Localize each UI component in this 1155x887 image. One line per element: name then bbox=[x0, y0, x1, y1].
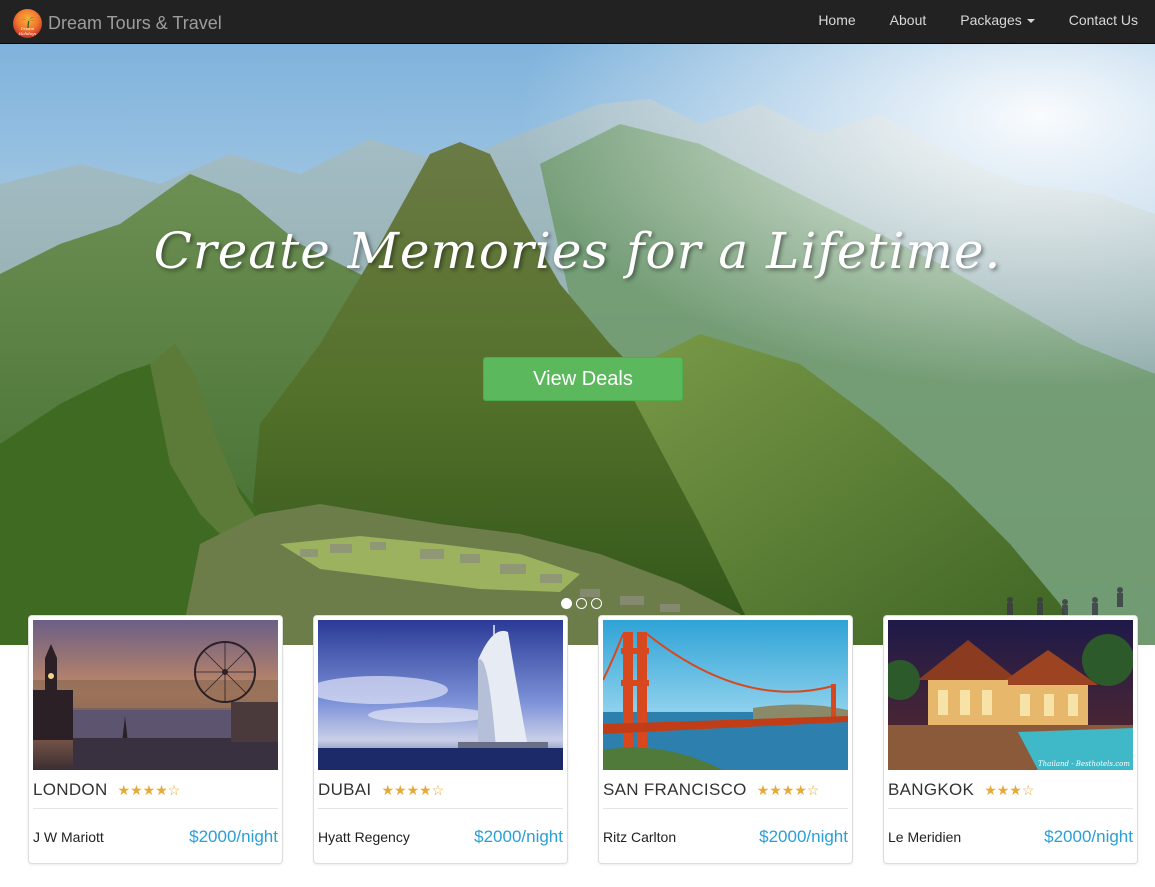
card-divider bbox=[33, 808, 278, 809]
top-navbar: Dream Holidays Dream Tours & Travel Home… bbox=[0, 0, 1155, 44]
view-deals-button[interactable]: View Deals bbox=[483, 357, 683, 401]
caret-down-icon bbox=[1026, 19, 1035, 24]
brand[interactable]: Dream Holidays Dream Tours & Travel bbox=[13, 8, 222, 38]
golden-gate-image[interactable] bbox=[603, 620, 848, 770]
brand-name[interactable]: Dream Tours & Travel bbox=[48, 13, 222, 34]
star-rating-icon: ★★★★☆ bbox=[381, 782, 445, 798]
carousel-dot-1[interactable] bbox=[561, 598, 572, 609]
city-name: SAN FRANCISCO bbox=[603, 780, 747, 799]
card-divider bbox=[888, 808, 1133, 809]
carousel-indicators bbox=[561, 598, 602, 609]
machu-picchu-hero-image bbox=[0, 44, 1155, 645]
nav-packages-label: Packages bbox=[960, 12, 1022, 28]
star-rating-icon: ★★★★☆ bbox=[117, 782, 181, 798]
hotel-name: J W Mariott bbox=[33, 829, 104, 845]
carousel-dot-3[interactable] bbox=[591, 598, 602, 609]
hero-carousel: Create Memories for a Lifetime. View Dea… bbox=[0, 44, 1155, 645]
nav-home[interactable]: Home bbox=[801, 0, 872, 44]
city-name: BANGKOK bbox=[888, 780, 975, 799]
brand-logo: Dream Holidays bbox=[13, 8, 42, 38]
price-per-night: $2000/night bbox=[189, 827, 278, 846]
hotel-name: Ritz Carlton bbox=[603, 829, 677, 845]
destination-card-san-francisco[interactable]: SAN FRANCISCO ★★★★☆ Ritz Carlton $2000/ni… bbox=[598, 615, 853, 864]
star-rating-icon: ★★★★☆ bbox=[756, 782, 820, 798]
destination-card-london[interactable]: LONDON ★★★★☆ J W Mariott $2000/night bbox=[28, 615, 283, 864]
city-name: LONDON bbox=[33, 780, 108, 799]
burj-al-arab-image[interactable] bbox=[318, 620, 563, 770]
main-nav: Home About Packages Contact Us bbox=[801, 0, 1155, 44]
destination-card-dubai[interactable]: DUBAI ★★★★☆ Hyatt Regency $2000/night bbox=[313, 615, 568, 864]
nav-contact[interactable]: Contact Us bbox=[1052, 0, 1155, 44]
price-per-night: $2000/night bbox=[1044, 827, 1133, 846]
star-rating-icon: ★★★☆ bbox=[984, 782, 1035, 798]
destination-card-bangkok[interactable]: Thailand - Besthotels.com BANGKOK ★★★☆ Le… bbox=[883, 615, 1138, 864]
hero-headline: Create Memories for a Lifetime. bbox=[153, 222, 1002, 280]
card-city: BANGKOK ★★★☆ bbox=[888, 780, 1034, 800]
city-name: DUBAI bbox=[318, 780, 372, 799]
hotel-name: Hyatt Regency bbox=[318, 829, 410, 845]
brand-logo-text: Dream Holidays bbox=[18, 25, 37, 36]
nav-about[interactable]: About bbox=[873, 0, 944, 44]
nav-packages-dropdown[interactable]: Packages bbox=[943, 0, 1051, 44]
hotel-name: Le Meridien bbox=[888, 829, 962, 845]
london-eye-image[interactable] bbox=[33, 620, 278, 770]
card-divider bbox=[603, 808, 848, 809]
destination-cards: LONDON ★★★★☆ J W Mariott $2000/night DUBA… bbox=[28, 615, 1138, 865]
carousel-dot-2[interactable] bbox=[576, 598, 587, 609]
card-city: SAN FRANCISCO ★★★★☆ bbox=[603, 780, 819, 800]
price-per-night: $2000/night bbox=[759, 827, 848, 846]
thai-pavilion-image[interactable]: Thailand - Besthotels.com bbox=[888, 620, 1133, 770]
card-city: LONDON ★★★★☆ bbox=[33, 780, 180, 800]
price-per-night: $2000/night bbox=[474, 827, 563, 846]
card-city: DUBAI ★★★★☆ bbox=[318, 780, 444, 800]
image-watermark: Thailand - Besthotels.com bbox=[1038, 760, 1130, 768]
card-divider bbox=[318, 808, 563, 809]
